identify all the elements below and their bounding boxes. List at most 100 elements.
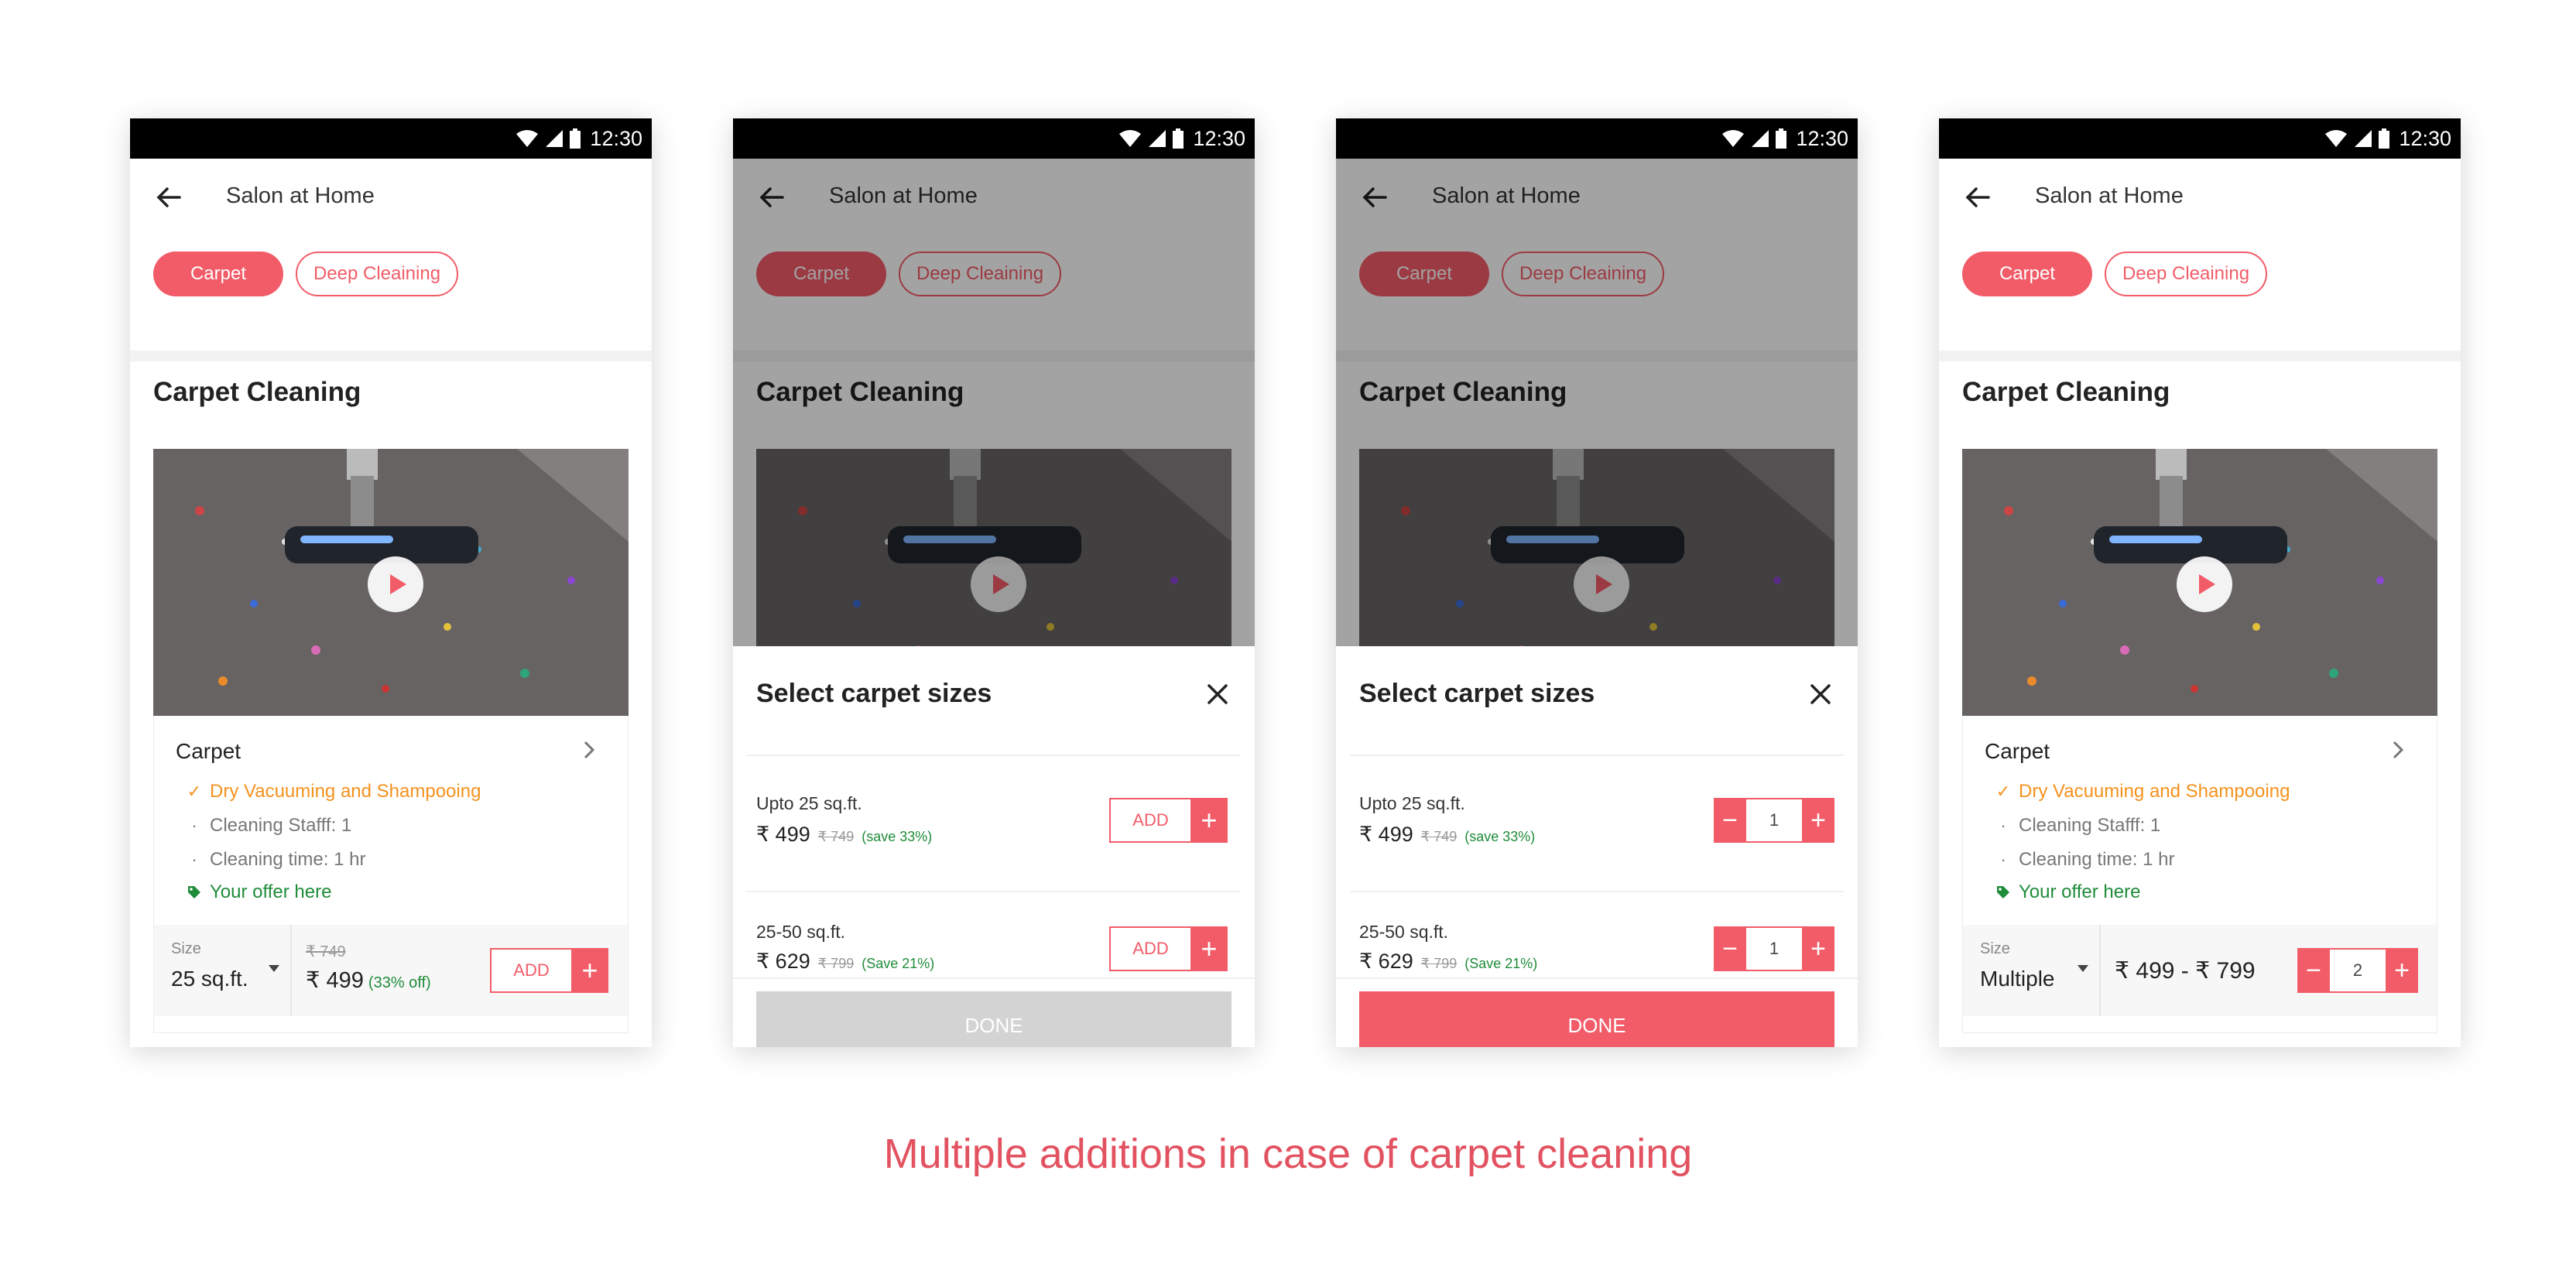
section-divider xyxy=(130,351,652,361)
add-button[interactable]: ADD + xyxy=(1109,926,1228,971)
phone-screen-4: 12:30 Salon at Home Carpet Deep Cleainin… xyxy=(1939,118,2461,1047)
size-label: Size xyxy=(1980,940,2010,957)
plus-button[interactable]: + xyxy=(2386,948,2418,993)
check-icon: ✓ xyxy=(1995,782,2011,801)
option-price: ₹ 499 ₹ 749 (save 33%) xyxy=(1359,823,1536,846)
size-dropdown[interactable]: Size Multiple xyxy=(1963,925,2101,1016)
bullet-icon: · xyxy=(2000,850,2006,869)
done-button[interactable]: DONE xyxy=(1359,991,1834,1047)
option-label: 25-50 sq.ft. xyxy=(1359,922,1449,942)
option-price: ₹ 629 ₹ 799 (Save 21%) xyxy=(1359,950,1538,973)
dropdown-caret-icon xyxy=(2078,965,2088,972)
close-icon[interactable] xyxy=(1808,682,1833,707)
option-label: Upto 25 sq.ft. xyxy=(1359,793,1465,813)
done-button[interactable]: DONE xyxy=(756,991,1231,1047)
battery-icon xyxy=(570,128,581,149)
price-range: ₹ 499 - ₹ 799 xyxy=(2115,958,2256,984)
wifi-icon xyxy=(1119,130,1142,147)
status-time: 12:30 xyxy=(590,126,642,150)
divider xyxy=(747,891,1241,892)
booking-row: Size 25 sq.ft. ₹ 749 ₹ 499 (33% off) ADD … xyxy=(154,925,628,1016)
size-value: 25 sq.ft. xyxy=(171,967,248,991)
chip-carpet[interactable]: Carpet xyxy=(1962,252,2092,296)
quantity-value: 1 xyxy=(1746,926,1802,971)
section-divider xyxy=(1939,351,2461,361)
page-title: Salon at Home xyxy=(226,183,375,208)
category-chips: Carpet Deep Cleaining xyxy=(153,252,458,296)
divider xyxy=(747,755,1241,756)
feature-item: · Cleaning time: 1 hr xyxy=(1995,849,2174,871)
close-icon[interactable] xyxy=(1205,682,1230,707)
add-button[interactable]: ADD + xyxy=(1109,798,1228,843)
service-name: Carpet xyxy=(176,739,242,763)
app-bar: Salon at Home xyxy=(130,159,652,234)
service-name: Carpet xyxy=(1985,739,2050,763)
plus-button[interactable]: + xyxy=(1802,798,1834,843)
feature-item: Your offer here xyxy=(187,881,331,903)
status-bar: 12:30 xyxy=(1939,118,2461,159)
plus-icon: + xyxy=(571,948,608,993)
screen-content: Salon at Home Carpet Deep Cleaining Carp… xyxy=(130,159,652,1047)
status-time: 12:30 xyxy=(1796,126,1848,150)
figure-caption: Multiple additions in case of carpet cle… xyxy=(883,1131,1693,1177)
feature-item: ✓ Dry Vacuuming and Shampooing xyxy=(187,781,481,802)
booking-row: Size Multiple ₹ 499 - ₹ 799 − 2 + xyxy=(1963,925,2437,1016)
video-thumbnail[interactable] xyxy=(153,449,629,716)
battery-icon xyxy=(1776,128,1787,149)
status-time: 12:30 xyxy=(1193,126,1245,150)
option-price: ₹ 629 ₹ 799 (Save 21%) xyxy=(756,950,935,973)
play-button[interactable] xyxy=(368,556,423,612)
phone-screen-2: 12:30 Salon at Home Carpet Deep Cleainin… xyxy=(733,118,1255,1047)
size-picker-sheet: Select carpet sizes Upto 25 sq.ft. ₹ 499… xyxy=(1336,646,1858,1047)
screen-content: Salon at Home Carpet Deep Cleaining Carp… xyxy=(1336,159,1858,1047)
feature-item: · Cleaning Stafff: 1 xyxy=(187,815,351,837)
screen-content: Salon at Home Carpet Deep Cleaining Carp… xyxy=(733,159,1255,1047)
size-picker-sheet: Select carpet sizes Upto 25 sq.ft. ₹ 499… xyxy=(733,646,1255,1047)
play-button[interactable] xyxy=(2177,556,2232,612)
battery-icon xyxy=(1173,128,1184,149)
tag-icon xyxy=(188,886,200,898)
minus-button[interactable]: − xyxy=(2297,948,2330,993)
divider xyxy=(1350,891,1844,892)
signal-icon xyxy=(1149,130,1166,147)
feature-item: · Cleaning Stafff: 1 xyxy=(1995,815,2160,837)
back-arrow-icon[interactable] xyxy=(153,182,184,213)
wifi-icon xyxy=(516,130,539,147)
size-value: Multiple xyxy=(1980,967,2055,991)
app-bar: Salon at Home xyxy=(1939,159,2461,234)
bullet-icon: · xyxy=(2000,816,2006,835)
divider xyxy=(1350,755,1844,756)
quantity-stepper: − 1 + xyxy=(1714,926,1834,971)
option-label: 25-50 sq.ft. xyxy=(756,922,846,942)
tag-icon xyxy=(1997,886,2009,898)
original-price: ₹ 749 xyxy=(306,943,346,960)
phone-screen-1: 12:30 Salon at Home Carpet Deep Cleainin… xyxy=(130,118,652,1047)
status-bar: 12:30 xyxy=(130,118,652,159)
chevron-right-icon[interactable] xyxy=(580,738,598,762)
chip-carpet[interactable]: Carpet xyxy=(153,252,283,296)
option-label: Upto 25 sq.ft. xyxy=(756,793,862,813)
signal-icon xyxy=(1752,130,1769,147)
video-thumbnail[interactable] xyxy=(1962,449,2437,716)
add-button[interactable]: ADD + xyxy=(490,948,608,993)
back-arrow-icon[interactable] xyxy=(1962,182,1993,213)
plus-button[interactable]: + xyxy=(1802,926,1834,971)
size-dropdown[interactable]: Size 25 sq.ft. xyxy=(154,925,292,1016)
size-label: Size xyxy=(171,940,201,957)
chevron-right-icon[interactable] xyxy=(2389,738,2407,762)
signal-icon xyxy=(546,130,564,147)
battery-icon xyxy=(2379,128,2390,149)
quantity-value: 1 xyxy=(1746,798,1802,843)
minus-button[interactable]: − xyxy=(1714,926,1746,971)
chip-deep-cleaning[interactable]: Deep Cleaining xyxy=(296,252,458,296)
phone-screen-3: 12:30 Salon at Home Carpet Deep Cleainin… xyxy=(1336,118,1858,1047)
sheet-footer: DONE xyxy=(1336,977,1858,1047)
feature-item: · Cleaning time: 1 hr xyxy=(187,849,365,871)
chip-deep-cleaning[interactable]: Deep Cleaining xyxy=(2105,252,2267,296)
signal-icon xyxy=(2355,130,2372,147)
wifi-icon xyxy=(1722,130,1745,147)
page-title: Salon at Home xyxy=(2035,183,2184,208)
sheet-footer: DONE xyxy=(733,977,1255,1047)
quantity-stepper: − 2 + xyxy=(2297,948,2418,993)
minus-button[interactable]: − xyxy=(1714,798,1746,843)
